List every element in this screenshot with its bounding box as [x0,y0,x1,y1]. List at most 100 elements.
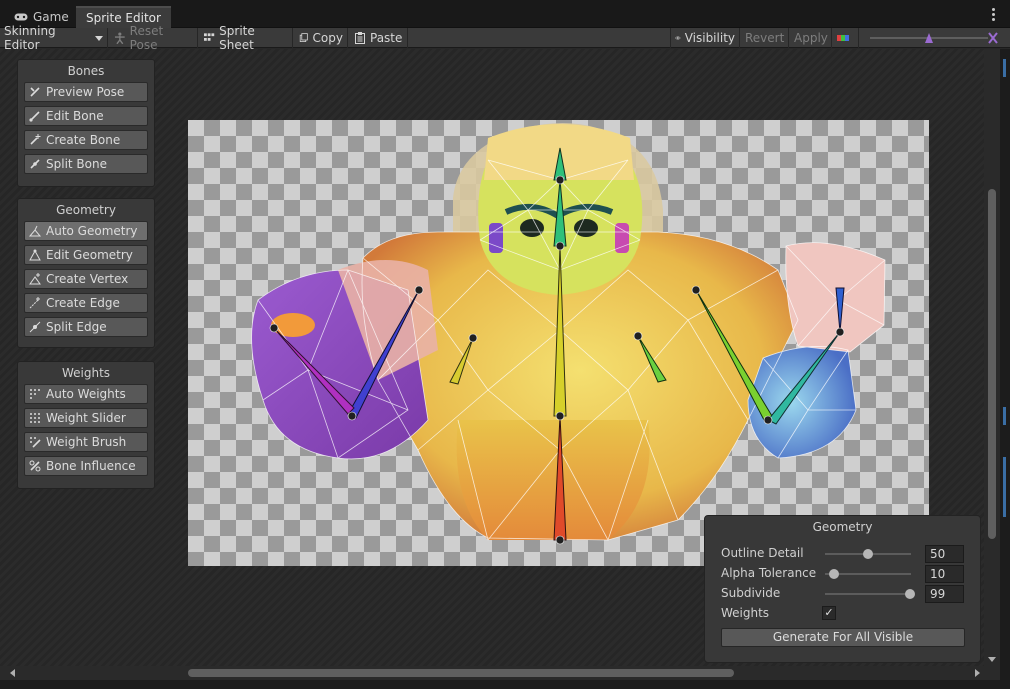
weights-panel-title: Weights [61,366,111,380]
apply-label: Apply [794,31,828,45]
create-edge-icon [29,297,40,309]
auto-weights-icon [30,389,40,399]
slider-knob[interactable] [863,549,873,559]
create-edge-button[interactable]: Create Edge [24,293,148,313]
create-bone-label: Create Bone [46,133,121,147]
sprite-frame[interactable] [188,120,929,566]
scroll-right-arrow-icon[interactable] [975,669,980,677]
toolbar: Skinning Editor Reset Pose Sprite Sheet … [0,24,1010,52]
visibility-label: Visibility [684,31,735,45]
revert-label: Revert [745,31,785,45]
outline-detail-label: Outline Detail [721,546,804,560]
weights-row: Weights ✓ [721,605,966,623]
sprite-sheet-label: Sprite Sheet [219,24,255,52]
geometry-settings-popup: Geometry Outline Detail 50 Alpha Toleran… [704,515,981,663]
subdivide-input[interactable]: 99 [925,585,964,603]
alpha-tolerance-input[interactable]: 10 [925,565,964,583]
side-panel-edge [1000,49,1010,689]
tab-label: Game [33,10,69,24]
edit-geometry-icon [29,249,41,261]
apply-button[interactable]: Apply [790,28,832,48]
bone-edit-icon [29,111,40,122]
horizontal-scrollbar[interactable] [0,666,1000,680]
create-bone-button[interactable]: Create Bone [24,130,148,150]
sprite-editor-window: Game Sprite Editor Skinning Editor Reset… [0,0,1010,689]
outline-detail-input[interactable]: 50 [925,545,964,563]
scroll-left-arrow-icon[interactable] [10,669,15,677]
right-eye-shape [574,219,598,237]
alpha-tolerance-label: Alpha Tolerance [721,566,817,580]
outline-detail-slider[interactable] [825,549,911,559]
left-earring-shape [489,223,503,253]
split-bone-label: Split Bone [46,157,107,171]
chevron-down-icon [95,35,103,41]
generate-for-all-visible-button[interactable]: Generate For All Visible [721,628,965,647]
edit-geometry-label: Edit Geometry [46,248,133,262]
reset-pose-button[interactable]: Reset Pose [110,24,198,52]
horizontal-scroll-thumb[interactable] [188,669,734,677]
subdivide-slider[interactable] [825,589,916,599]
vertical-scrollbar[interactable] [984,49,1000,666]
vertical-scroll-thumb[interactable] [988,189,996,539]
bones-panel-title: Bones [67,64,105,78]
bone-influence-label: Bone Influence [46,459,136,473]
paste-button[interactable]: Paste [350,28,408,48]
create-vertex-label: Create Vertex [46,272,129,286]
outline-detail-row: Outline Detail 50 [721,545,966,563]
color-channel-button[interactable] [833,28,859,48]
bone-split-icon [30,159,40,169]
paste-label: Paste [370,31,403,45]
create-vertex-icon [29,273,41,285]
auto-geometry-icon [29,225,41,237]
more-options-icon[interactable] [992,8,996,22]
split-edge-label: Split Edge [46,320,107,334]
visibility-button[interactable]: Visibility [670,28,740,48]
alpha-tolerance-row: Alpha Tolerance 10 [721,565,966,583]
weight-brush-button[interactable]: Weight Brush [24,432,148,452]
weights-panel: Weights Auto Weights Weight Slider Weigh… [17,361,155,489]
weight-slider-button[interactable]: Weight Slider [24,408,148,428]
geometry-panel-title: Geometry [56,203,116,217]
character-sprite[interactable] [188,120,929,566]
tab-label: Sprite Editor [86,11,161,25]
reset-pose-label: Reset Pose [129,24,164,52]
bone-pose-icon [30,87,40,97]
grid-icon [204,33,215,41]
split-edge-button[interactable]: Split Edge [24,317,148,337]
weight-slider-icon [30,413,40,423]
split-bone-button[interactable]: Split Bone [24,154,148,174]
sprite-large-icon [988,32,998,44]
auto-weights-button[interactable]: Auto Weights [24,384,148,404]
weights-checkbox[interactable]: ✓ [822,606,836,620]
eye-icon [675,36,681,40]
edit-bone-label: Edit Bone [46,109,104,123]
weight-slider-label: Weight Slider [46,411,126,425]
geometry-panel: Geometry Auto Geometry Edit Geometry Cre… [17,198,155,348]
create-vertex-button[interactable]: Create Vertex [24,269,148,289]
slider-knob[interactable] [828,569,839,579]
auto-geometry-label: Auto Geometry [46,224,138,238]
create-edge-label: Create Edge [46,296,120,310]
edit-geometry-button[interactable]: Edit Geometry [24,245,148,265]
zoom-slider[interactable] [862,28,1002,48]
clipboard-icon [355,32,365,44]
left-hand-orb-shape [271,313,315,337]
slider-knob[interactable] [905,589,916,599]
sprite-sheet-button[interactable]: Sprite Sheet [200,24,293,52]
revert-button[interactable]: Revert [741,28,789,48]
bone-create-icon [30,134,41,145]
edit-bone-button[interactable]: Edit Bone [24,106,148,126]
copy-icon [299,33,308,42]
bone-influence-button[interactable]: Bone Influence [24,456,148,476]
gamepad-icon [14,13,28,21]
bones-panel: Bones Preview Pose Edit Bone Create Bone… [17,59,155,187]
preview-pose-button[interactable]: Preview Pose [24,82,148,102]
split-edge-icon [29,321,41,333]
auto-geometry-button[interactable]: Auto Geometry [24,221,148,241]
auto-weights-label: Auto Weights [46,387,126,401]
alpha-tolerance-slider[interactable] [825,569,911,579]
copy-button[interactable]: Copy [295,28,348,48]
mode-dropdown[interactable]: Skinning Editor [0,24,108,52]
copy-label: Copy [312,31,343,45]
scroll-down-arrow-icon[interactable] [988,657,996,662]
